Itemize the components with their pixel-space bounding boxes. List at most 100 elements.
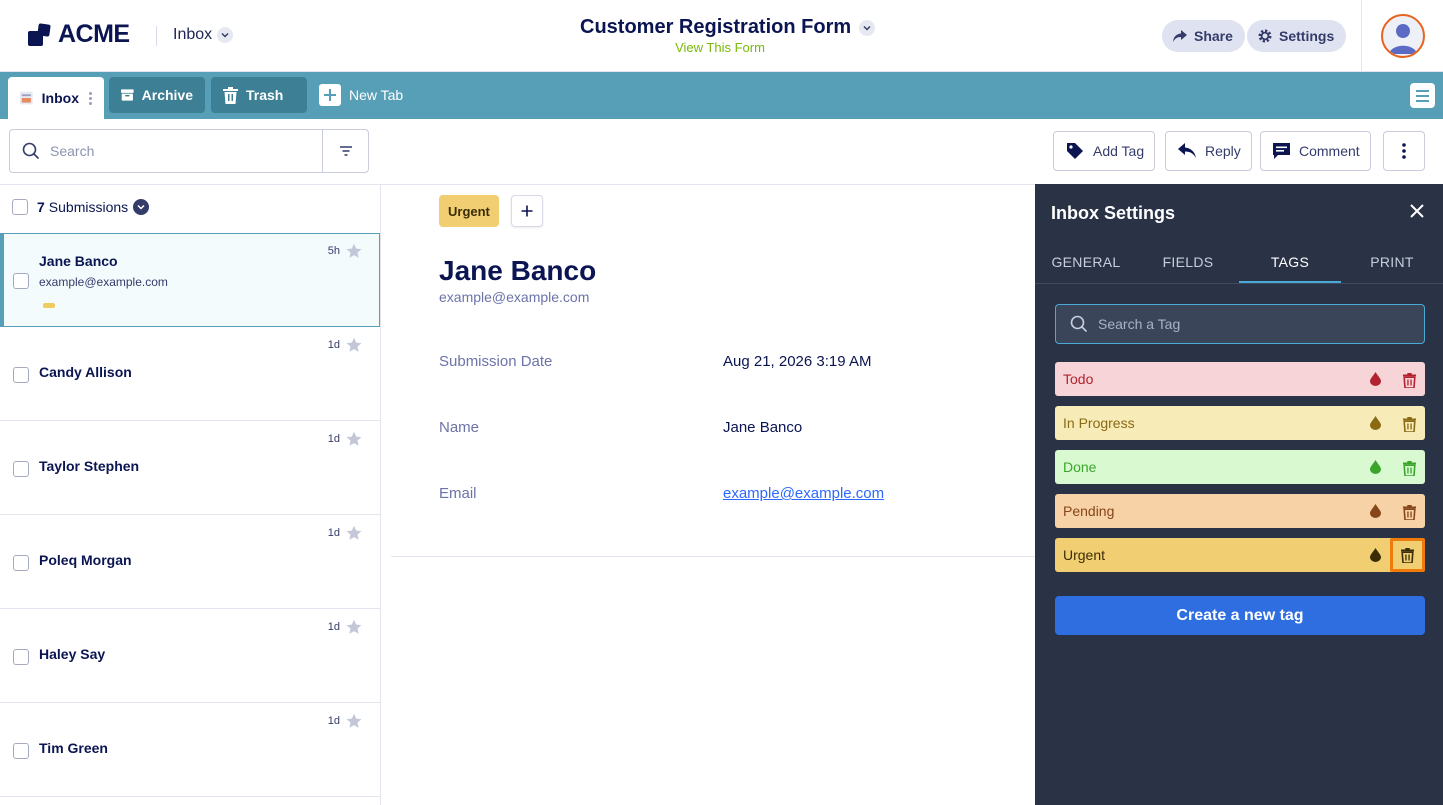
tab-tags[interactable]: TAGS: [1239, 240, 1341, 283]
submitter-name: Poleq Morgan: [39, 552, 132, 568]
star-icon[interactable]: [346, 431, 362, 447]
gear-icon: [1258, 29, 1272, 43]
view-form-link[interactable]: View This Form: [620, 40, 820, 55]
tag-item: Done: [1055, 450, 1425, 484]
tab-trash[interactable]: Trash: [211, 77, 307, 113]
form-title: Customer Registration Form: [580, 16, 852, 38]
detail-email: example@example.com: [439, 289, 590, 305]
tab-print[interactable]: PRINT: [1341, 240, 1443, 283]
more-options-button[interactable]: [1383, 131, 1425, 171]
tag-chip[interactable]: Urgent: [439, 195, 499, 227]
search-icon: [22, 142, 40, 160]
row-checkbox[interactable]: [13, 649, 29, 665]
submitter-name: Candy Allison: [39, 364, 132, 380]
list-item[interactable]: Poleq Morgan 1d: [0, 515, 380, 609]
tag-name: In Progress: [1063, 415, 1135, 431]
filter-button[interactable]: [322, 130, 368, 172]
list-item[interactable]: Tim Green 1d: [0, 703, 380, 797]
tab-inbox[interactable]: Inbox: [8, 77, 104, 119]
list-item[interactable]: Jane Banco example@example.com 5h: [0, 233, 380, 327]
tag-item: Urgent: [1055, 538, 1425, 572]
tab-fields[interactable]: FIELDS: [1137, 240, 1239, 283]
new-tab-button[interactable]: New Tab: [313, 77, 415, 113]
tag-name: Done: [1063, 459, 1097, 475]
color-drop-icon[interactable]: [1370, 548, 1381, 562]
tab-archive[interactable]: Archive: [109, 77, 205, 113]
form-title-dropdown[interactable]: Customer Registration Form: [580, 16, 876, 39]
chevron-down-icon[interactable]: [133, 199, 150, 215]
star-icon[interactable]: [346, 619, 362, 635]
add-tag-button[interactable]: Add Tag: [1053, 131, 1156, 171]
row-checkbox[interactable]: [13, 555, 29, 571]
top-header: ACME Inbox Customer Registration Form Vi…: [0, 0, 1443, 72]
inbox-dropdown-label: Inbox: [173, 26, 213, 43]
row-checkbox[interactable]: [13, 273, 29, 289]
star-icon[interactable]: [346, 525, 362, 541]
trash-icon[interactable]: [1399, 414, 1419, 434]
email-link[interactable]: example@example.com: [723, 485, 884, 502]
star-icon[interactable]: [346, 713, 362, 729]
field-value: Aug 21, 2026 3:19 AM: [723, 353, 872, 370]
more-vertical-icon[interactable]: [89, 91, 92, 105]
close-icon[interactable]: [1410, 204, 1424, 218]
comment-button[interactable]: Comment: [1260, 131, 1371, 171]
settings-button[interactable]: Settings: [1247, 20, 1347, 52]
tag-search-box: [1055, 304, 1425, 344]
color-drop-icon[interactable]: [1370, 460, 1381, 474]
header-divider: [156, 26, 157, 46]
logo-text: ACME: [58, 20, 130, 48]
star-icon[interactable]: [346, 337, 362, 353]
archive-icon: [121, 89, 134, 101]
color-drop-icon[interactable]: [1370, 416, 1381, 430]
trash-icon[interactable]: [1399, 370, 1419, 390]
search-input[interactable]: [50, 143, 300, 159]
plus-icon: [521, 205, 533, 217]
row-checkbox[interactable]: [13, 461, 29, 477]
select-all-checkbox[interactable]: [12, 199, 28, 215]
field-value: Jane Banco: [723, 419, 803, 436]
submission-detail: Urgent Jane Banco example@example.com Su…: [381, 184, 1035, 805]
acme-logo[interactable]: ACME: [28, 20, 130, 49]
tag-search-input[interactable]: [1098, 316, 1398, 332]
create-tag-button[interactable]: Create a new tag: [1055, 596, 1425, 635]
reply-button[interactable]: Reply: [1165, 131, 1252, 171]
add-tag-chip-button[interactable]: [511, 195, 543, 227]
tab-trash-label: Trash: [246, 87, 284, 103]
filter-icon: [339, 146, 352, 156]
reply-label: Reply: [1205, 143, 1241, 159]
tag-name: Pending: [1063, 503, 1115, 519]
tag-item: In Progress: [1055, 406, 1425, 440]
chevron-down-icon: [859, 19, 876, 36]
color-drop-icon[interactable]: [1370, 372, 1381, 386]
inbox-dropdown[interactable]: Inbox: [173, 26, 234, 44]
list-item[interactable]: Candy Allison 1d: [0, 327, 380, 421]
submission-age: 1d: [327, 527, 340, 539]
star-icon[interactable]: [346, 243, 362, 259]
header-divider: [1361, 0, 1362, 71]
row-checkbox[interactable]: [13, 743, 29, 759]
color-drop-icon[interactable]: [1370, 504, 1381, 518]
share-label: Share: [1194, 28, 1233, 44]
tab-general[interactable]: GENERAL: [1035, 240, 1137, 283]
avatar[interactable]: [1381, 14, 1425, 58]
row-checkbox[interactable]: [13, 367, 29, 383]
list-item[interactable]: Haley Say 1d: [0, 609, 380, 703]
tab-inbox-label: Inbox: [41, 90, 79, 106]
submission-age: 1d: [327, 715, 340, 727]
share-button[interactable]: Share: [1162, 20, 1245, 52]
menu-icon[interactable]: [1410, 83, 1435, 108]
tag-icon: [1067, 143, 1083, 159]
comment-icon: [1273, 143, 1290, 159]
submission-age: 1d: [327, 621, 340, 633]
plus-icon: [319, 84, 341, 106]
trash-icon[interactable]: [1399, 458, 1419, 478]
trash-icon[interactable]: [1390, 538, 1425, 572]
tab-archive-label: Archive: [141, 87, 193, 103]
panel-tabs: GENERAL FIELDS TAGS PRINT: [1035, 240, 1443, 284]
submission-list: 7 Submissions Jane Banco example@example…: [0, 184, 381, 805]
trash-icon[interactable]: [1399, 502, 1419, 522]
inbox-settings-panel: Inbox Settings GENERAL FIELDS TAGS PRINT…: [1035, 184, 1443, 805]
comment-label: Comment: [1299, 143, 1360, 159]
submission-count: 7: [37, 199, 45, 215]
list-item[interactable]: Taylor Stephen 1d: [0, 421, 380, 515]
